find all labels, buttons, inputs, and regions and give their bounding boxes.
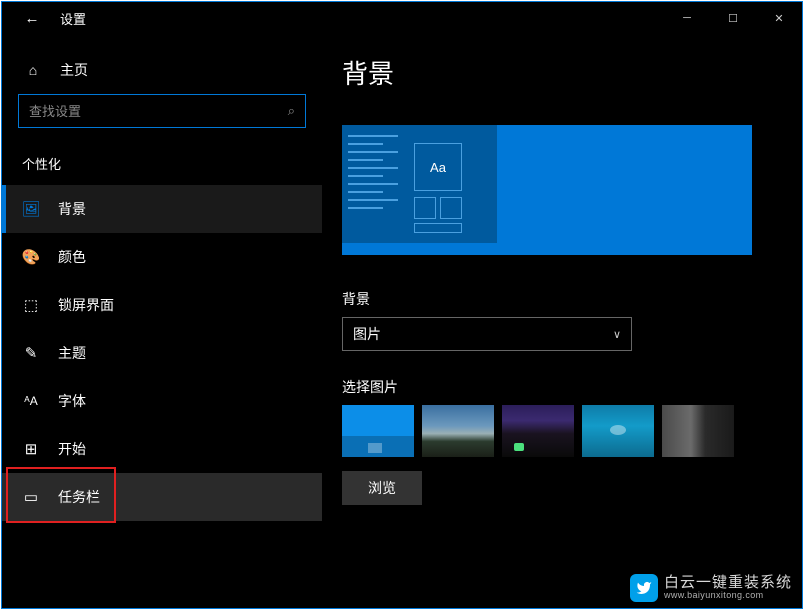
dropdown-value: 图片: [353, 324, 381, 344]
thumbnail-4[interactable]: [582, 405, 654, 457]
watermark-text: 白云一键重装系统: [664, 575, 792, 592]
sidebar-item-label: 字体: [58, 391, 86, 411]
sidebar-item-lockscreen[interactable]: ⬚ 锁屏界面: [2, 281, 322, 329]
sidebar-item-label: 背景: [58, 199, 86, 219]
sidebar-item-start[interactable]: ⊞ 开始: [2, 425, 322, 473]
sidebar-item-label: 颜色: [58, 247, 86, 267]
sidebar-item-background[interactable]: 🖼 背景: [2, 185, 322, 233]
browse-button[interactable]: 浏览: [342, 471, 422, 505]
image-icon: 🖼: [22, 200, 40, 218]
thumbnail-3[interactable]: [502, 405, 574, 457]
maximize-button[interactable]: ☐: [710, 2, 756, 34]
background-label: 背景: [342, 289, 782, 309]
page-title: 背景: [342, 54, 782, 91]
section-header: 个性化: [22, 154, 306, 173]
back-button[interactable]: ←: [10, 2, 54, 34]
browse-label: 浏览: [368, 478, 396, 498]
close-icon: ✕: [774, 12, 783, 25]
choose-image-label: 选择图片: [342, 377, 782, 397]
sidebar-item-themes[interactable]: ✎ 主题: [2, 329, 322, 377]
preview-sample-text: Aa: [414, 143, 462, 191]
titlebar: ← 设置 ─ ☐ ✕: [2, 2, 802, 34]
search-input[interactable]: [29, 104, 288, 119]
home-nav[interactable]: ⌂ 主页: [18, 54, 306, 94]
sidebar-item-label: 开始: [58, 439, 86, 459]
watermark-logo-icon: [630, 574, 658, 602]
search-box[interactable]: ⌕: [18, 94, 306, 128]
background-dropdown[interactable]: 图片 ∨: [342, 317, 632, 351]
minimize-button[interactable]: ─: [664, 2, 710, 34]
minimize-icon: ─: [683, 12, 691, 24]
home-icon: ⌂: [24, 62, 42, 78]
thumbnail-2[interactable]: [422, 405, 494, 457]
taskbar-icon: ▭: [22, 488, 40, 506]
sidebar-item-taskbar[interactable]: ▭ 任务栏: [2, 473, 322, 521]
search-icon: ⌕: [288, 103, 295, 119]
maximize-icon: ☐: [728, 12, 738, 25]
image-thumbnails: [342, 405, 782, 457]
font-icon: ᴬA: [22, 394, 40, 408]
chevron-down-icon: ∨: [613, 328, 621, 341]
background-preview: Aa: [342, 125, 752, 255]
window-title: 设置: [60, 9, 86, 28]
watermark-url: www.baiyunxitong.com: [664, 591, 792, 601]
sidebar-item-fonts[interactable]: ᴬA 字体: [2, 377, 322, 425]
theme-icon: ✎: [22, 344, 40, 362]
close-button[interactable]: ✕: [756, 2, 802, 34]
arrow-left-icon: ←: [25, 10, 40, 27]
palette-icon: 🎨: [22, 248, 40, 266]
watermark: 白云一键重装系统 www.baiyunxitong.com: [630, 574, 792, 602]
sidebar-item-colors[interactable]: 🎨 颜色: [2, 233, 322, 281]
start-icon: ⊞: [22, 440, 40, 458]
lockscreen-icon: ⬚: [22, 296, 40, 314]
thumbnail-1[interactable]: [342, 405, 414, 457]
sidebar-item-label: 主题: [58, 343, 86, 363]
sidebar-item-label: 锁屏界面: [58, 295, 114, 315]
thumbnail-5[interactable]: [662, 405, 734, 457]
home-label: 主页: [60, 60, 88, 80]
sidebar-item-label: 任务栏: [58, 487, 100, 507]
